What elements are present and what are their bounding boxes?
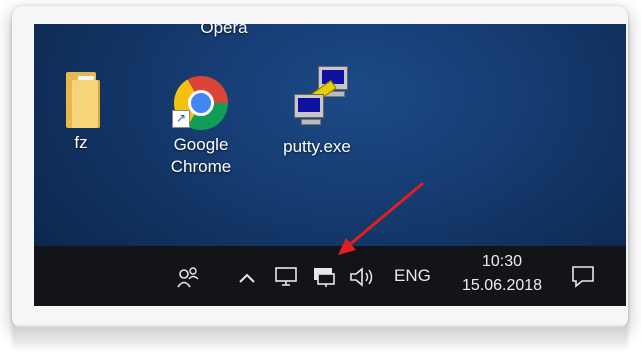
people-icon[interactable] xyxy=(176,266,202,288)
network-icon[interactable] xyxy=(312,266,338,288)
frame-shadow xyxy=(12,326,628,352)
clock-time: 10:30 xyxy=(481,253,523,270)
display-icon[interactable] xyxy=(274,266,300,288)
folder-icon xyxy=(64,72,100,128)
desktop-icon-label: Chrome xyxy=(170,157,232,176)
clock-date: 15.06.2018 xyxy=(461,277,543,294)
shortcut-arrow-icon: ↗ xyxy=(172,110,190,128)
desktop: Opera fz ↗ Google Chrome putty.exe ENG 1… xyxy=(34,24,626,306)
desktop-icon-label: Google xyxy=(173,135,229,154)
desktop-icon-label: fz xyxy=(74,133,88,152)
notifications-icon[interactable] xyxy=(570,264,596,288)
putty-icon xyxy=(290,66,352,128)
volume-icon[interactable] xyxy=(348,266,376,288)
taskbar: ENG 10:30 15.06.2018 xyxy=(34,246,626,306)
language-indicator[interactable]: ENG xyxy=(394,266,431,286)
chevron-up-icon[interactable] xyxy=(238,272,256,284)
clock[interactable]: 10:30 15.06.2018 xyxy=(454,250,550,298)
desktop-icon-label: putty.exe xyxy=(283,137,351,156)
desktop-icon-opera-label: Opera xyxy=(200,24,248,37)
